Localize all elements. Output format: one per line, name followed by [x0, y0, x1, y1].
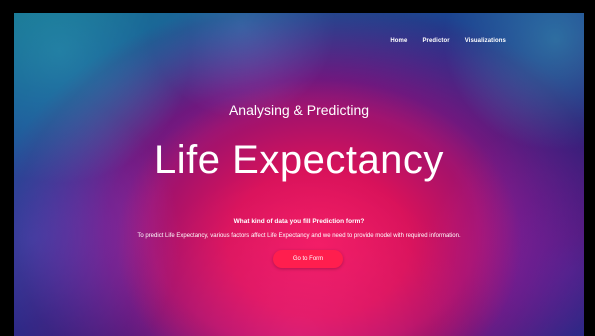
hero-subtitle: Analysing & Predicting	[228, 102, 370, 118]
go-to-form-button[interactable]: Go to Form	[273, 250, 343, 268]
nav-link-visualizations[interactable]: Visualizations	[465, 38, 506, 44]
nav-link-home[interactable]: Home	[390, 38, 407, 44]
hero-section: Home Predictor Visualizations Analysing …	[14, 13, 584, 336]
screenshot-frame: Home Predictor Visualizations Analysing …	[0, 0, 595, 336]
hero-description: To predict Life Expectancy, various fact…	[137, 233, 461, 239]
nav-link-predictor[interactable]: Predictor	[422, 38, 449, 44]
hero-question: What kind of data you fill Prediction fo…	[233, 218, 365, 225]
top-nav: Home Predictor Visualizations	[390, 38, 506, 44]
hero-title: Life Expectancy	[154, 138, 444, 182]
